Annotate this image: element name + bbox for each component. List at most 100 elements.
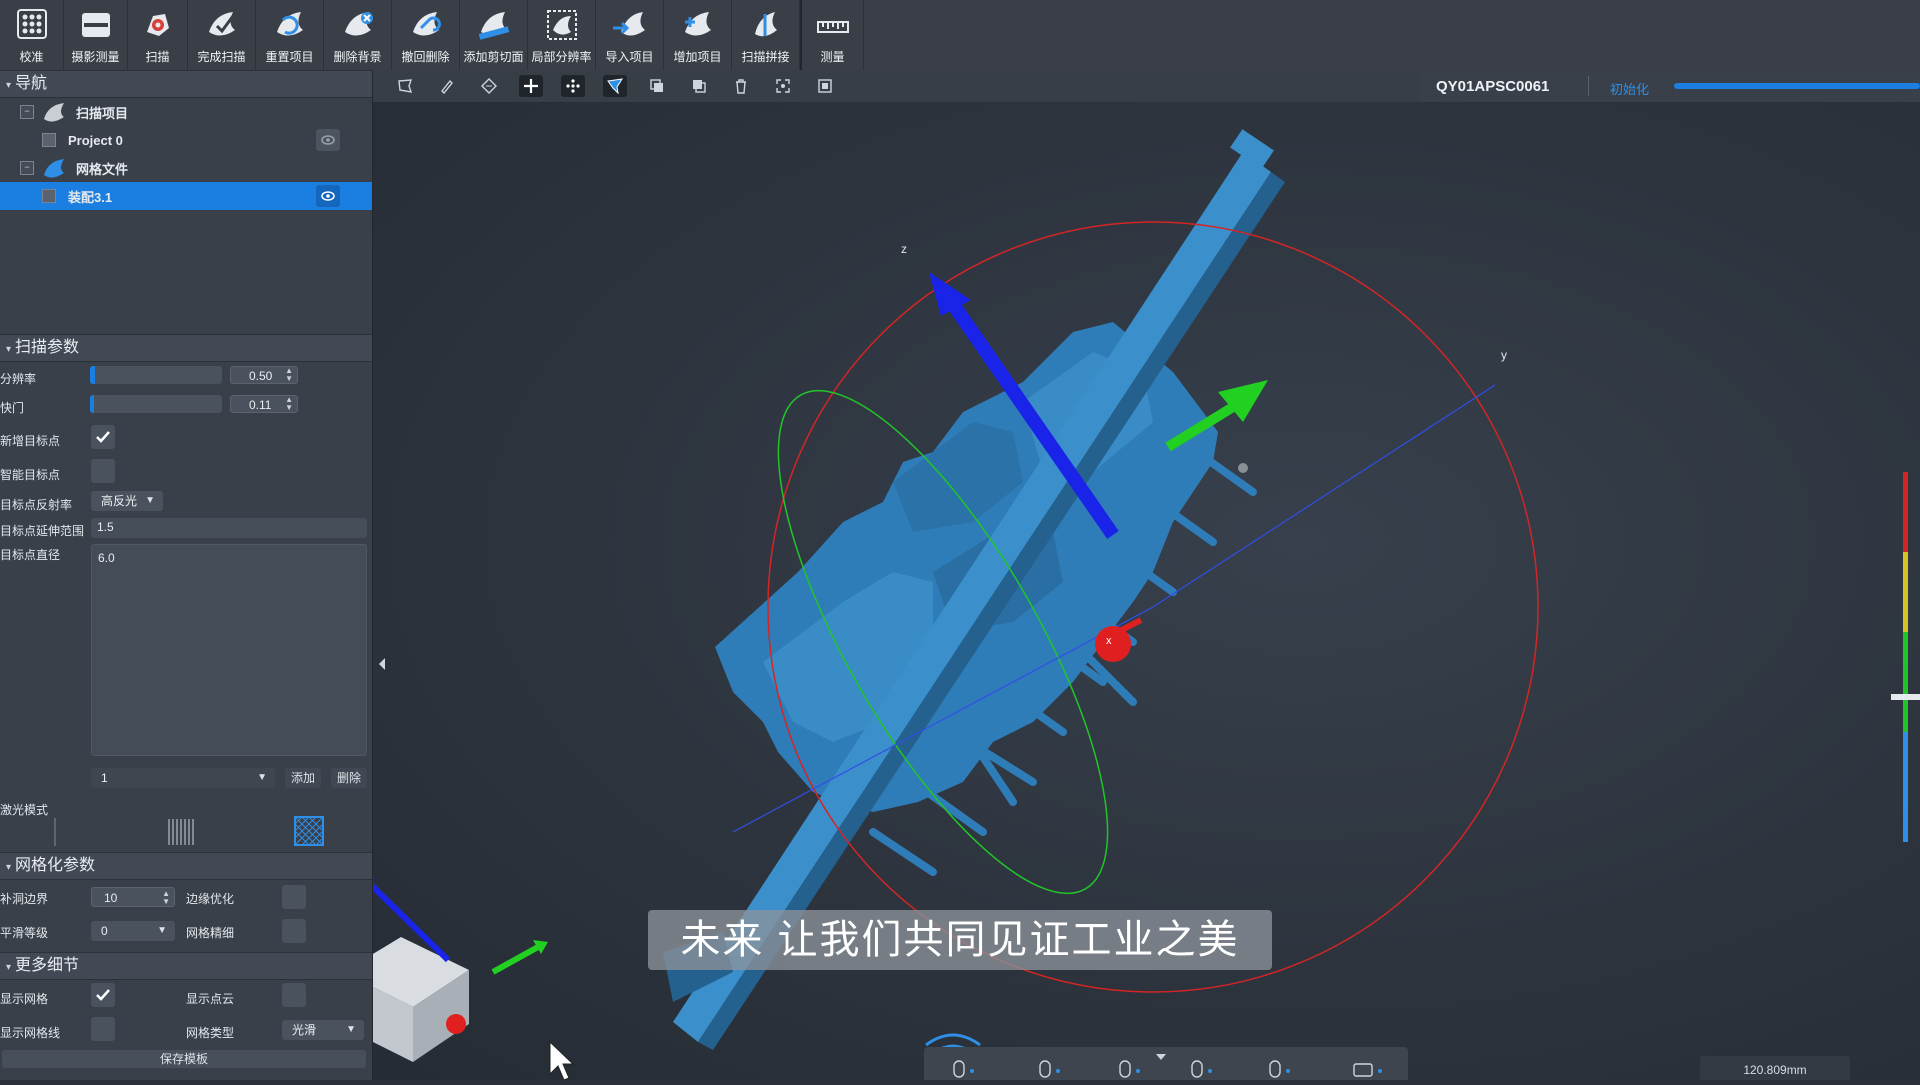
laser-mode-single-line[interactable] <box>54 818 56 846</box>
diameter-list[interactable]: 6.0 <box>91 544 367 756</box>
show-mesh-checkbox[interactable] <box>91 983 115 1007</box>
undo-delete-button[interactable]: 撤回删除 <box>392 0 460 70</box>
zoom-extents-icon <box>818 79 832 93</box>
photogrammetry-label: 摄影测量 <box>71 50 120 64</box>
surface-select-icon <box>481 78 497 94</box>
collapse-icon: ▾ <box>6 344 12 355</box>
add-project-button[interactable]: 增加项目 <box>664 0 732 70</box>
copy-button[interactable] <box>645 75 669 97</box>
exposure-slider[interactable] <box>90 395 222 413</box>
diameter-dropdown[interactable]: 1 ▼ <box>91 768 275 788</box>
scale-value: 120.809mm <box>1743 1063 1807 1077</box>
laser-mode-cross-icon[interactable] <box>294 816 324 846</box>
mesh-item-label: 装配3.1 <box>68 189 113 205</box>
local-resolution-button[interactable]: 局部分辨率 <box>528 0 596 70</box>
axis-label-z: z <box>901 242 907 256</box>
lasso-select-button[interactable] <box>393 75 417 97</box>
edge-opt-checkbox[interactable] <box>282 885 306 909</box>
scan-params-header[interactable]: ▾ 扫描参数 <box>0 334 372 362</box>
brush-select-button[interactable] <box>435 75 459 97</box>
new-target-checkbox[interactable] <box>91 425 115 449</box>
init-progress-fill <box>1674 83 1920 89</box>
smart-target-checkbox[interactable] <box>91 459 115 483</box>
smooth-dropdown[interactable]: 0 ▼ <box>91 921 175 941</box>
spin-arrows-icon[interactable]: ▲ ▼ <box>285 396 293 412</box>
select-visible-button[interactable] <box>603 75 627 97</box>
add-project-icon <box>684 12 711 36</box>
mouse-hint-bar <box>924 1047 1408 1080</box>
eye-icon <box>321 135 335 145</box>
visibility-toggle[interactable] <box>316 185 340 207</box>
laser-mode-parallel-icon[interactable] <box>166 818 196 846</box>
mesh-fine-checkbox[interactable] <box>282 919 306 943</box>
fit-view-button[interactable] <box>771 75 795 97</box>
resolution-spinbox[interactable]: 0.50 ▲ ▼ <box>230 366 298 384</box>
delete-button[interactable]: 删除 <box>331 768 367 788</box>
scan-stitch-button[interactable]: 扫描拼接 <box>732 0 800 70</box>
add-clip-plane-button[interactable]: 添加剪切面 <box>460 0 528 70</box>
points-button[interactable] <box>561 75 585 97</box>
undo-delete-label: 撤回删除 <box>401 50 450 64</box>
scan-params-title: 扫描参数 <box>15 339 80 356</box>
eye-icon <box>321 191 335 201</box>
surface-select-button[interactable] <box>477 75 501 97</box>
scan-icon <box>146 14 169 36</box>
visibility-toggle[interactable] <box>316 129 340 151</box>
nav-section-header[interactable]: ▾ 导航 <box>0 70 372 98</box>
expand-hints-icon[interactable] <box>1156 1054 1166 1060</box>
expand-icon[interactable]: − <box>20 105 34 119</box>
tree-item-scan-project[interactable]: − 扫描项目 <box>0 98 372 126</box>
expand-icon[interactable]: − <box>20 161 34 175</box>
add-button[interactable]: 添加 <box>285 768 321 788</box>
tree-item-mesh-file[interactable]: − 网格文件 <box>0 154 372 182</box>
collapse-panel-icon[interactable] <box>379 658 385 670</box>
pan-button[interactable] <box>519 75 543 97</box>
new-target-label: 新增目标点 <box>0 434 61 448</box>
deviation-color-scale[interactable] <box>1891 472 1920 842</box>
project-checkbox[interactable] <box>42 133 56 147</box>
tree-item-project[interactable]: Project 0 <box>0 126 372 154</box>
spin-arrows-icon[interactable]: ▲ ▼ <box>285 367 293 383</box>
orientation-cube[interactable] <box>373 870 548 1062</box>
exposure-spinbox[interactable]: 0.11 ▲ ▼ <box>230 395 298 413</box>
scan-project-icon <box>44 103 64 122</box>
show-wire-checkbox[interactable] <box>91 1017 115 1041</box>
axis-label-x: x <box>1106 635 1112 647</box>
scan-button[interactable]: 扫描 <box>128 0 188 70</box>
lasso-select-icon <box>398 79 413 93</box>
check-icon <box>96 431 110 443</box>
spin-arrows-icon[interactable]: ▲ ▼ <box>162 890 170 906</box>
scan-stitch-icon <box>754 12 777 37</box>
mesh-type-dropdown[interactable]: 光滑 ▼ <box>282 1020 364 1040</box>
save-template-button[interactable]: 保存模板 <box>2 1050 366 1068</box>
more-details-header[interactable]: ▾ 更多细节 <box>0 952 372 980</box>
scan-project-label: 扫描项目 <box>76 105 129 121</box>
tree-item-mesh[interactable]: 装配3.1 <box>0 182 372 210</box>
mesh-checkbox[interactable] <box>42 189 56 203</box>
import-project-button[interactable]: 导入项目 <box>596 0 664 70</box>
delete-button-label: 删除 <box>336 771 361 785</box>
collapse-icon: ▾ <box>6 962 12 973</box>
finish-scan-button[interactable]: 完成扫描 <box>188 0 256 70</box>
mesh-params-header[interactable]: ▾ 网格化参数 <box>0 852 372 880</box>
extend-range-input[interactable]: 1.5 <box>91 518 367 538</box>
reset-project-button[interactable]: 重置项目 <box>256 0 324 70</box>
invert-button[interactable] <box>687 75 711 97</box>
delete-selection-button[interactable] <box>729 75 753 97</box>
reflectivity-dropdown[interactable]: 高反光 ▼ <box>91 491 163 511</box>
fill-border-spinbox[interactable]: 10 ▲ ▼ <box>91 887 175 907</box>
save-template-label: 保存模板 <box>159 1052 208 1066</box>
photogrammetry-button[interactable]: 摄影测量 <box>64 0 128 70</box>
exposure-label: 快门 <box>0 401 25 415</box>
add-clip-plane-label: 添加剪切面 <box>463 50 524 64</box>
measure-button[interactable]: 测量 <box>800 0 864 70</box>
extend-range-label: 目标点延伸范围 <box>0 524 85 538</box>
zoom-extents-button[interactable] <box>813 75 837 97</box>
pivot-point <box>1238 463 1248 473</box>
axis-label-y: y <box>1501 348 1507 362</box>
calibrate-button[interactable]: 校准 <box>0 0 64 70</box>
exposure-slider-fill <box>90 395 94 413</box>
resolution-slider[interactable] <box>90 366 222 384</box>
show-points-checkbox[interactable] <box>282 983 306 1007</box>
delete-background-button[interactable]: 删除背景 <box>324 0 392 70</box>
